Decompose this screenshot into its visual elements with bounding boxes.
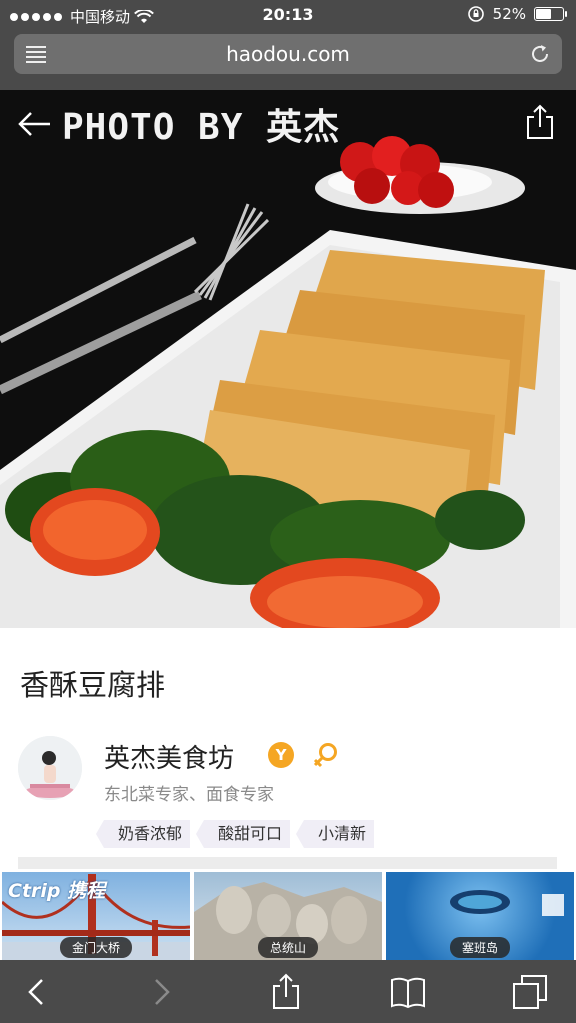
ad-tile-saipan[interactable]: 塞班岛 <box>386 872 574 960</box>
browser-toolbar <box>0 960 576 1023</box>
url-text[interactable]: haodou.com <box>14 42 562 66</box>
recipe-tag[interactable]: 小清新 <box>296 820 375 848</box>
ad-caption: 总统山 <box>257 937 319 958</box>
back-arrow-icon[interactable] <box>16 106 52 142</box>
recipe-tags: 奶香浓郁 酸甜可口 小清新 <box>95 820 375 848</box>
rotation-lock-icon <box>467 6 484 22</box>
reload-icon[interactable] <box>528 42 552 66</box>
chevron-left-icon[interactable] <box>16 972 56 1012</box>
share-icon[interactable] <box>266 972 306 1012</box>
author-name[interactable]: 英杰美食坊 <box>104 738 234 775</box>
battery-icon <box>534 7 567 21</box>
ad-tile-golden-gate[interactable]: Ctrip 携程 金门大桥 <box>2 872 190 960</box>
verified-badge-icon: Y <box>268 742 294 768</box>
chevron-right-icon[interactable] <box>142 972 182 1012</box>
address-bar[interactable]: haodou.com <box>14 34 562 74</box>
recipe-tag[interactable]: 奶香浓郁 <box>95 820 191 848</box>
section-divider <box>18 857 557 869</box>
food-illustration <box>0 90 576 628</box>
ad-tile-mount-rushmore[interactable]: 总统山 <box>194 872 382 960</box>
photo-watermark: PHOTO BY 英杰 <box>62 107 341 148</box>
ad-caption: 金门大桥 <box>59 937 133 958</box>
tabs-icon[interactable] <box>510 972 550 1012</box>
recipe-photo <box>0 90 576 628</box>
author-subtitle: 东北菜专家、面食专家 <box>104 785 274 805</box>
recipe-tag[interactable]: 酸甜可口 <box>196 820 291 848</box>
status-right: 52% <box>467 5 567 23</box>
book-icon[interactable] <box>388 972 428 1012</box>
ad-close-icon[interactable] <box>542 894 564 916</box>
status-bar: 中国移动 20:13 52% <box>0 0 576 30</box>
female-gender-icon <box>313 743 337 768</box>
recipe-title: 香酥豆腐排 <box>20 668 166 702</box>
ad-caption: 塞班岛 <box>449 937 511 958</box>
browser-chrome: 中国移动 20:13 52% haodou.com <box>0 0 576 90</box>
battery-percent: 52% <box>492 5 526 23</box>
ctrip-logo: Ctrip 携程 <box>8 880 106 902</box>
share-icon[interactable] <box>524 104 556 140</box>
avatar-image <box>18 736 82 800</box>
author-avatar[interactable] <box>18 736 82 800</box>
